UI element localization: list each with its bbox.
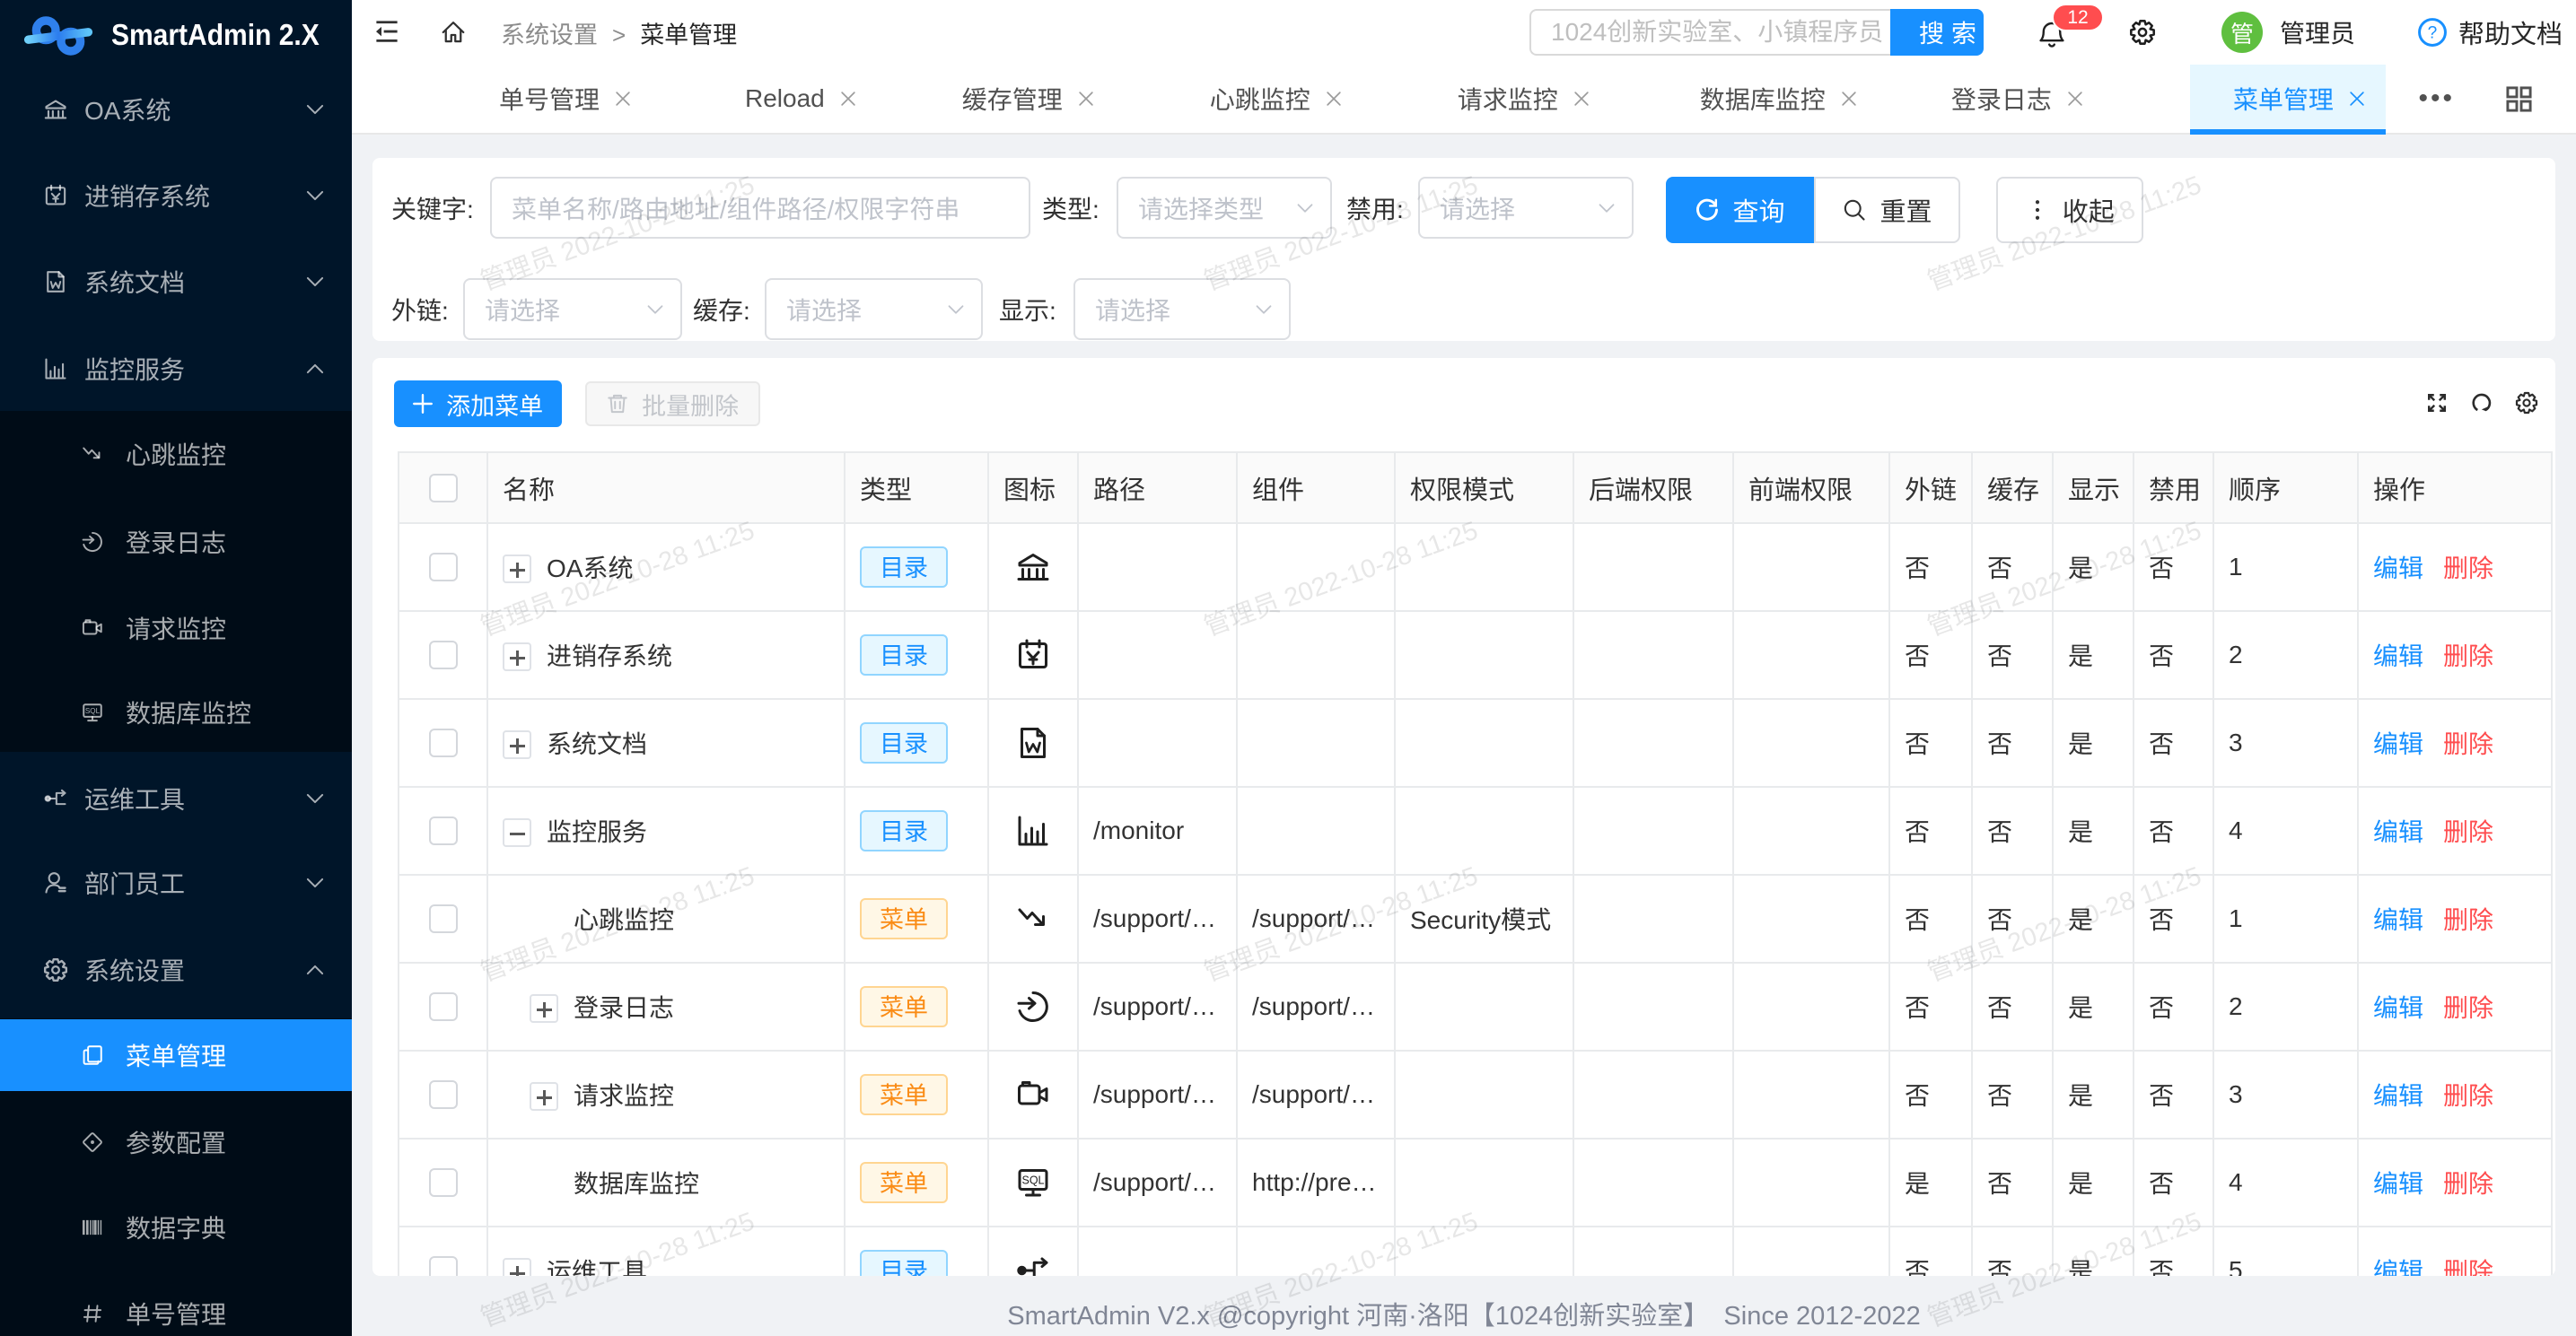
svg-text:SQL: SQL [85,707,101,715]
svg-text:?: ? [2428,23,2438,42]
svg-text:SQL: SQL [1021,1174,1044,1187]
